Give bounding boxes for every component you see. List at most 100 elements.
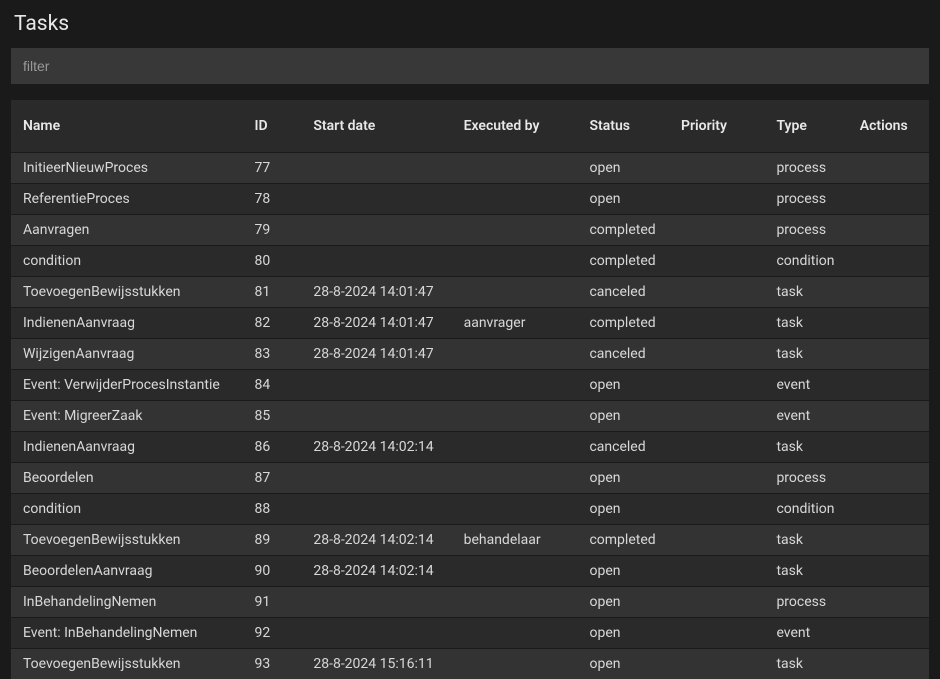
cell-status: open — [577, 463, 669, 494]
cell-status: open — [577, 649, 669, 679]
cell-startdate: 28-8-2024 14:01:47 — [301, 339, 451, 370]
table-row[interactable]: IndienenAanvraag8228-8-2024 14:01:47aanv… — [11, 308, 929, 339]
cell-startdate: 28-8-2024 14:01:47 — [301, 277, 451, 308]
cell-name: condition — [11, 494, 242, 525]
cell-type: event — [764, 618, 847, 649]
table-row[interactable]: InitieerNieuwProces77openprocess — [11, 153, 929, 184]
cell-priority — [669, 525, 764, 556]
cell-status: open — [577, 184, 669, 215]
cell-type: event — [764, 401, 847, 432]
cell-type: task — [764, 432, 847, 463]
cell-executedby — [452, 463, 578, 494]
cell-status: open — [577, 556, 669, 587]
cell-executedby: aanvrager — [452, 308, 578, 339]
cell-priority — [669, 618, 764, 649]
table-row[interactable]: ToevoegenBewijsstukken9328-8-2024 15:16:… — [11, 649, 929, 679]
cell-actions — [848, 153, 929, 184]
table-body: InitieerNieuwProces77openprocessReferent… — [11, 153, 929, 679]
table-row[interactable]: Beoordelen87openprocess — [11, 463, 929, 494]
cell-priority — [669, 401, 764, 432]
header-name[interactable]: Name — [11, 100, 242, 153]
cell-priority — [669, 215, 764, 246]
table-row[interactable]: ToevoegenBewijsstukken8928-8-2024 14:02:… — [11, 525, 929, 556]
cell-actions — [848, 618, 929, 649]
cell-actions — [848, 246, 929, 277]
cell-executedby — [452, 277, 578, 308]
table-row[interactable]: ReferentieProces78openprocess — [11, 184, 929, 215]
cell-executedby — [452, 649, 578, 679]
cell-priority — [669, 277, 764, 308]
cell-executedby — [452, 153, 578, 184]
table-header-row: Name ID Start date Executed by Status Pr… — [11, 100, 929, 153]
header-actions[interactable]: Actions — [848, 100, 929, 153]
cell-type: condition — [764, 246, 847, 277]
cell-name: Event: MigreerZaak — [11, 401, 242, 432]
cell-priority — [669, 246, 764, 277]
table-row[interactable]: Aanvragen79completedprocess — [11, 215, 929, 246]
table-row[interactable]: WijzigenAanvraag8328-8-2024 14:01:47canc… — [11, 339, 929, 370]
cell-id: 80 — [242, 246, 301, 277]
header-startdate[interactable]: Start date — [301, 100, 451, 153]
cell-id: 92 — [242, 618, 301, 649]
cell-priority — [669, 463, 764, 494]
cell-actions — [848, 308, 929, 339]
cell-name: BeoordelenAanvraag — [11, 556, 242, 587]
cell-id: 87 — [242, 463, 301, 494]
table-row[interactable]: Event: MigreerZaak85 open event — [11, 401, 929, 432]
cell-status: open — [577, 401, 669, 432]
filter-input[interactable] — [11, 48, 929, 84]
header-id[interactable]: ID — [242, 100, 301, 153]
cell-startdate — [301, 463, 451, 494]
cell-startdate — [301, 618, 451, 649]
cell-name: ToevoegenBewijsstukken — [11, 525, 242, 556]
cell-startdate — [301, 587, 451, 618]
cell-status: open — [577, 587, 669, 618]
cell-status: open — [577, 370, 669, 401]
cell-type: process — [764, 463, 847, 494]
cell-id: 85 — [242, 401, 301, 432]
cell-priority — [669, 339, 764, 370]
header-executedby[interactable]: Executed by — [452, 100, 578, 153]
cell-name: ReferentieProces — [11, 184, 242, 215]
cell-name: Event: VerwijderProcesInstantie — [11, 370, 242, 401]
cell-id: 81 — [242, 277, 301, 308]
cell-name: IndienenAanvraag — [11, 308, 242, 339]
cell-actions — [848, 494, 929, 525]
cell-type: task — [764, 277, 847, 308]
table-row[interactable]: Event: VerwijderProcesInstantie84openeve… — [11, 370, 929, 401]
table-row[interactable]: condition88opencondition — [11, 494, 929, 525]
cell-executedby — [452, 494, 578, 525]
cell-type: task — [764, 308, 847, 339]
table-row[interactable]: IndienenAanvraag8628-8-2024 14:02:14canc… — [11, 432, 929, 463]
cell-type: task — [764, 556, 847, 587]
cell-status: open — [577, 618, 669, 649]
table-row[interactable]: condition80completedcondition — [11, 246, 929, 277]
cell-priority — [669, 370, 764, 401]
cell-type: process — [764, 153, 847, 184]
cell-actions — [848, 370, 929, 401]
cell-status: open — [577, 494, 669, 525]
cell-startdate — [301, 184, 451, 215]
cell-status: canceled — [577, 277, 669, 308]
cell-status: completed — [577, 525, 669, 556]
cell-id: 78 — [242, 184, 301, 215]
table-row[interactable]: ToevoegenBewijsstukken8128-8-2024 14:01:… — [11, 277, 929, 308]
table-row[interactable]: Event: InBehandelingNemen92openevent — [11, 618, 929, 649]
cell-id: 84 — [242, 370, 301, 401]
cell-actions — [848, 463, 929, 494]
cell-name: InBehandelingNemen — [11, 587, 242, 618]
cell-id: 86 — [242, 432, 301, 463]
cell-executedby — [452, 401, 578, 432]
table-row[interactable]: BeoordelenAanvraag9028-8-2024 14:02:14op… — [11, 556, 929, 587]
cell-executedby: behandelaar — [452, 525, 578, 556]
header-priority[interactable]: Priority — [669, 100, 764, 153]
cell-priority — [669, 494, 764, 525]
cell-name: ToevoegenBewijsstukken — [11, 277, 242, 308]
table-row[interactable]: InBehandelingNemen91openprocess — [11, 587, 929, 618]
header-status[interactable]: Status — [577, 100, 669, 153]
header-type[interactable]: Type — [764, 100, 847, 153]
table-container: Name ID Start date Executed by Status Pr… — [0, 100, 940, 679]
cell-executedby — [452, 246, 578, 277]
cell-executedby — [452, 432, 578, 463]
cell-type: task — [764, 649, 847, 679]
